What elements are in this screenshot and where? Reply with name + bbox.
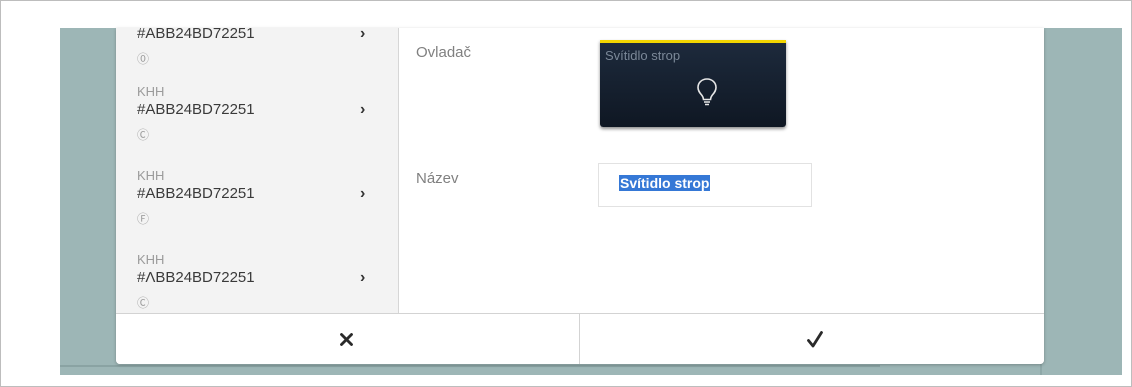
cancel-button[interactable] <box>116 314 579 364</box>
control-label: Ovladač <box>416 44 472 61</box>
name-label: Název <box>416 170 459 187</box>
list-item-mark: Ⓒ <box>137 128 150 142</box>
list-item-id: #ABB24BD72251 <box>137 28 255 42</box>
chevron-right-icon: › <box>360 101 366 118</box>
device-list[interactable]: #ABB24BD72251 ⓪ › KHH #ABB24BD72251 Ⓒ › … <box>116 28 399 313</box>
list-item-type: KHH <box>137 84 165 99</box>
dialog-footer <box>116 313 1044 364</box>
background-divider <box>60 365 880 367</box>
lightbulb-icon <box>697 78 717 106</box>
list-item-id: #ABB24BD72251 <box>137 185 255 202</box>
edit-dialog: #ABB24BD72251 ⓪ › KHH #ABB24BD72251 Ⓒ › … <box>116 28 1044 364</box>
chevron-right-icon: › <box>360 28 366 42</box>
chevron-right-icon: › <box>360 185 366 202</box>
list-item-id: #ABB24BD72251 <box>137 101 255 118</box>
name-input-value: Svítidlo strop <box>619 175 711 191</box>
control-tile[interactable]: Svítidlo strop <box>600 40 786 127</box>
list-item-type: KHH <box>137 252 165 267</box>
check-icon <box>807 331 823 348</box>
list-item-mark: Ⓒ <box>137 296 150 310</box>
confirm-button[interactable] <box>580 314 1044 364</box>
list-item-mark: ⓪ <box>137 52 150 66</box>
close-icon <box>340 333 353 346</box>
list-item-mark: Ⓕ <box>137 212 150 226</box>
list-item[interactable]: KHH #ΛBB24BD72251 Ⓒ › <box>116 240 398 313</box>
list-item[interactable]: KHH #ABB24BD72251 Ⓒ › <box>116 72 398 157</box>
chevron-right-icon: › <box>360 269 366 286</box>
list-item[interactable]: KHH #ABB24BD72251 Ⓕ › <box>116 156 398 241</box>
list-item-id: #ΛBB24BD72251 <box>137 269 255 286</box>
list-item-type: KHH <box>137 168 165 183</box>
name-input[interactable]: Svítidlo strop <box>598 163 812 207</box>
tile-title: Svítidlo strop <box>605 48 681 63</box>
